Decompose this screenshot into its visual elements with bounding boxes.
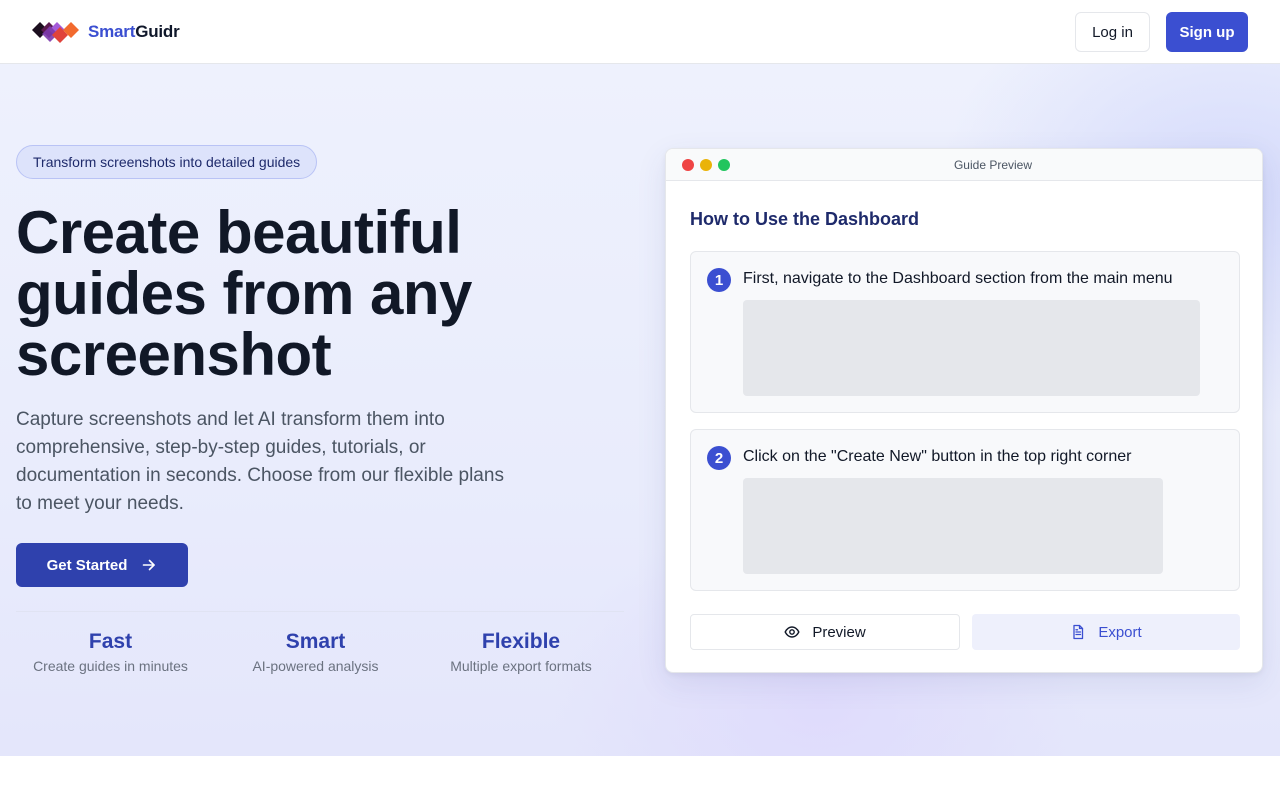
eye-icon xyxy=(784,626,800,638)
preview-label: Preview xyxy=(812,623,866,641)
headline-line-3: screenshot xyxy=(16,321,332,388)
brand-name-part1: Smart xyxy=(88,22,136,41)
features-divider xyxy=(16,611,624,612)
brand-name-part2: Guidr xyxy=(135,22,180,41)
hero-badge: Transform screenshots into detailed guid… xyxy=(16,145,318,179)
feature-description: Create guides in minutes xyxy=(33,658,188,674)
feature-title: Smart xyxy=(285,630,346,653)
feature-description: Multiple export formats xyxy=(450,658,592,674)
guide-title: How to Use the Dashboard xyxy=(690,209,920,229)
export-button[interactable]: Export xyxy=(972,614,1240,650)
signup-button[interactable]: Sign up xyxy=(1166,12,1248,52)
description-line-1: Capture screenshots and let AI transform… xyxy=(16,409,445,430)
description-line-3: documentation in seconds. Choose from ou… xyxy=(16,465,504,486)
document-icon xyxy=(1073,624,1084,640)
step-number-badge: 1 xyxy=(707,268,731,292)
get-started-label: Get Started xyxy=(46,556,128,574)
feature-title: Fast xyxy=(88,630,133,653)
feature-fast: Fast Create guides in minutes xyxy=(16,629,205,674)
window-title: Guide Preview xyxy=(953,158,1033,172)
description-line-2: comprehensive, step-by-step guides, tuto… xyxy=(16,437,426,458)
preview-button[interactable]: Preview xyxy=(690,614,960,650)
guide-preview-window: Guide Preview How to Use the Dashboard 1… xyxy=(665,148,1263,673)
guide-step: 2 Click on the "Create New" button in th… xyxy=(690,429,1240,591)
step-image-placeholder xyxy=(743,300,1200,396)
get-started-button[interactable]: Get Started xyxy=(16,543,188,587)
step-text: Click on the "Create New" button in the … xyxy=(743,448,1132,465)
arrow-right-icon xyxy=(143,559,156,571)
description-line-4: to meet your needs. xyxy=(16,493,184,514)
hero-section: Transform screenshots into detailed guid… xyxy=(0,64,1280,756)
guide-step: 1 First, navigate to the Dashboard secti… xyxy=(690,251,1240,413)
feature-smart: Smart AI-powered analysis xyxy=(221,629,410,674)
top-navbar: SmartGuidr Log in Sign up xyxy=(0,0,1280,64)
window-titlebar: Guide Preview xyxy=(666,149,1262,181)
hero-headline: Create beautiful guides from any screens… xyxy=(16,202,616,385)
export-label: Export xyxy=(1098,623,1142,641)
brand-logo-link[interactable]: SmartGuidr xyxy=(32,18,180,46)
step-number-badge: 2 xyxy=(707,446,731,470)
hero-description: Capture screenshots and let AI transform… xyxy=(16,406,536,518)
smartguidr-logo-icon xyxy=(32,22,79,43)
step-text: First, navigate to the Dashboard section… xyxy=(743,270,1173,287)
login-button[interactable]: Log in xyxy=(1075,12,1150,52)
feature-title: Flexible xyxy=(481,630,561,653)
brand-name: SmartGuidr xyxy=(88,22,180,42)
feature-description: AI-powered analysis xyxy=(252,658,379,674)
feature-flexible: Flexible Multiple export formats xyxy=(426,629,616,674)
step-image-placeholder xyxy=(743,478,1163,574)
headline-line-1: Create beautiful xyxy=(16,199,462,266)
headline-line-2: guides from any xyxy=(16,260,472,327)
